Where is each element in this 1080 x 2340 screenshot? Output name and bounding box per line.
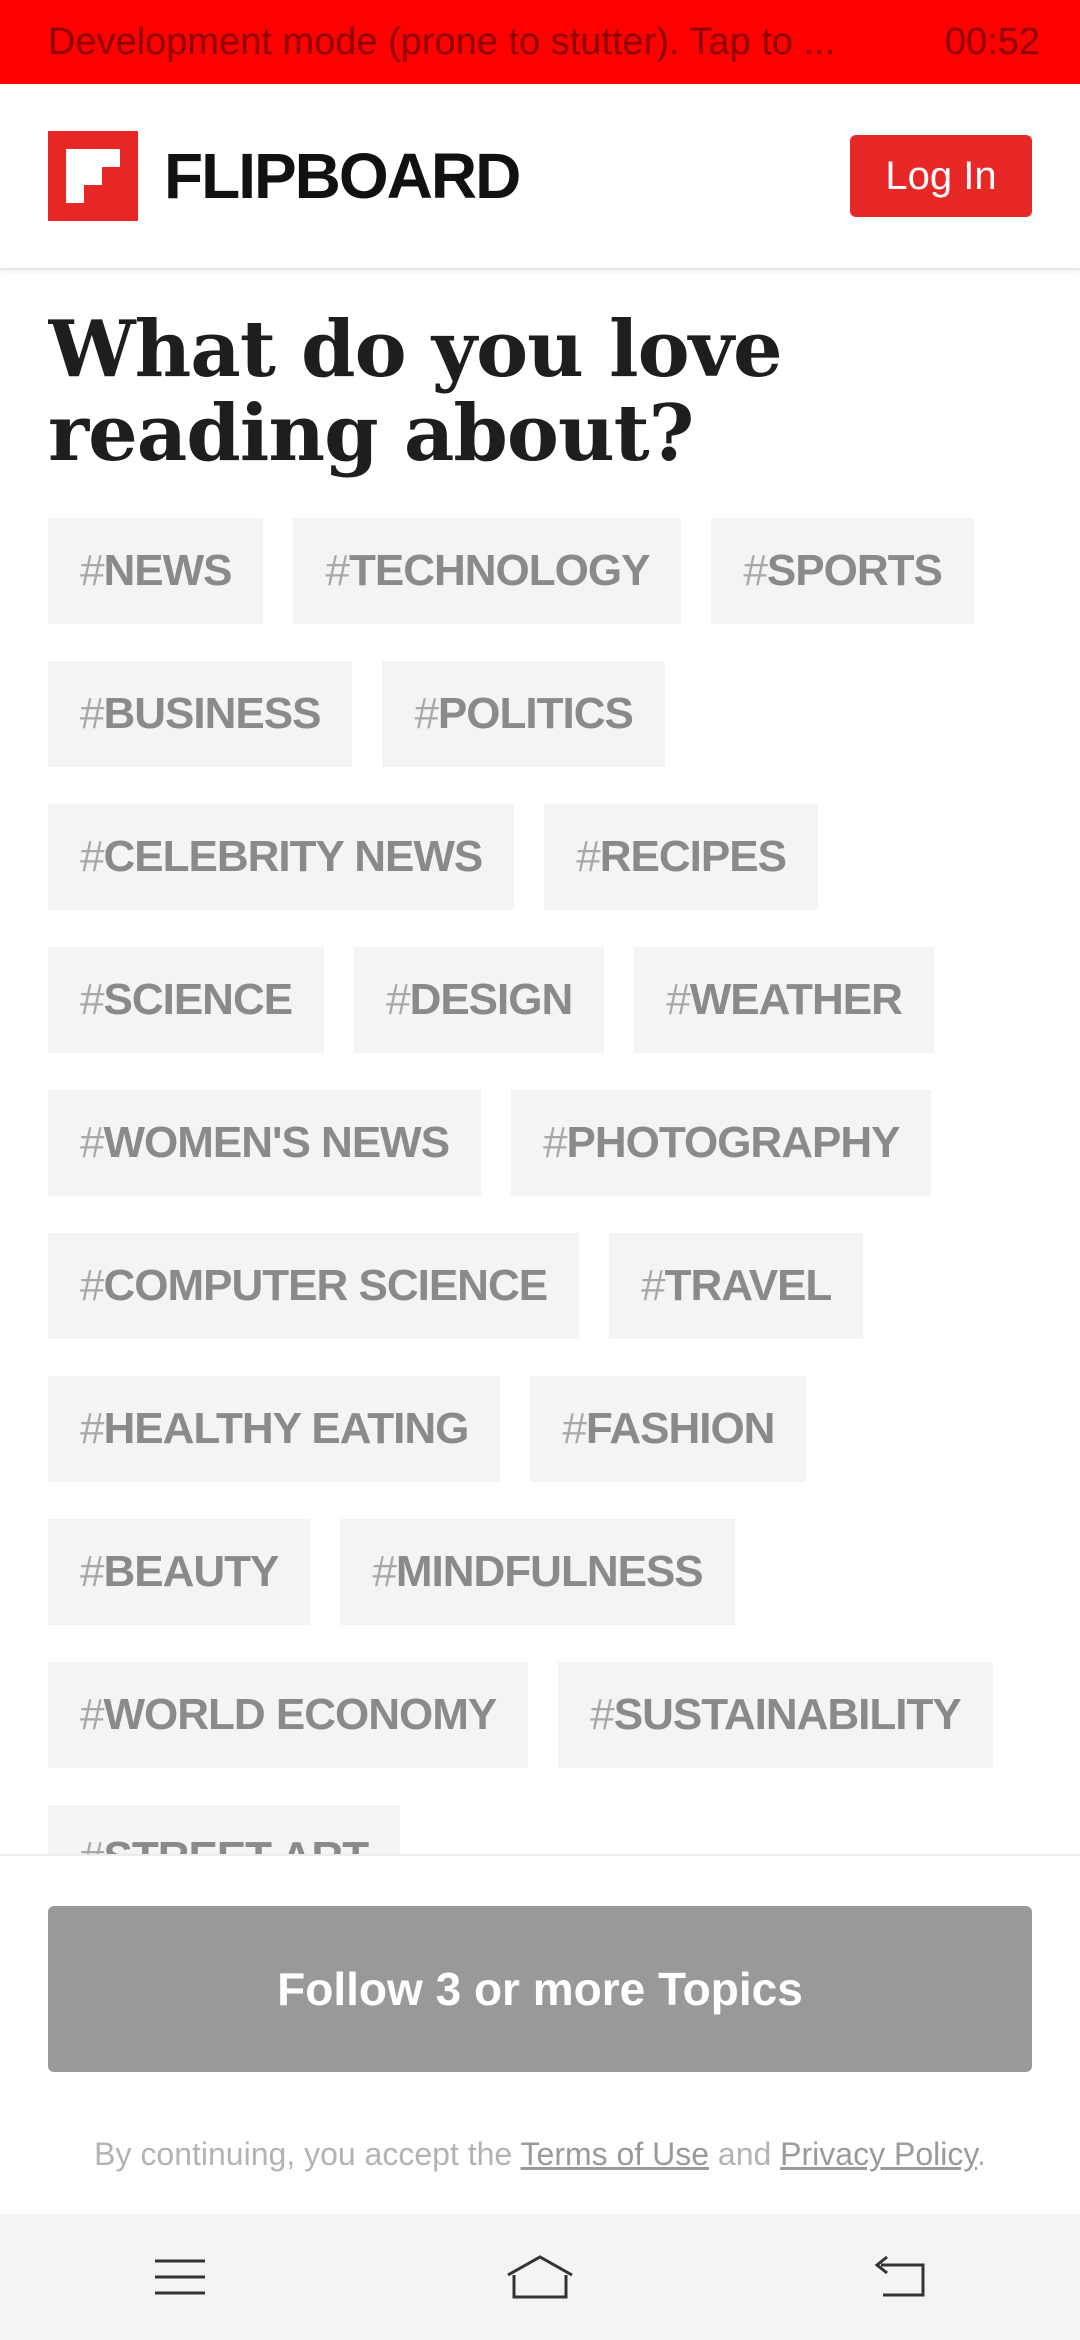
hashtag-icon: #	[80, 546, 105, 595]
topic-label: SUSTAINABILITY	[613, 1690, 962, 1739]
hashtag-icon: #	[576, 832, 601, 881]
topic-label: STREET ART	[103, 1833, 369, 1854]
topic-chip[interactable]: # POLITICS	[382, 661, 665, 767]
hashtag-icon: #	[590, 1690, 615, 1739]
hashtag-icon: #	[386, 975, 411, 1024]
topic-label: SCIENCE	[103, 975, 293, 1024]
hashtag-icon: #	[666, 975, 691, 1024]
terms-and: and	[709, 2136, 781, 2172]
topic-label: PHOTOGRAPHY	[566, 1118, 901, 1167]
topic-picker: What do you love reading about? # NEWS # TE…	[48, 270, 1048, 1854]
topic-chip[interactable]: # TECHNOLOGY	[293, 518, 682, 624]
home-icon[interactable]	[480, 2227, 600, 2327]
topic-label: WOMEN'S NEWS	[103, 1118, 450, 1167]
topic-label: CELEBRITY NEWS	[103, 832, 483, 881]
hashtag-icon: #	[325, 546, 350, 595]
topic-chip[interactable]: # MINDFULNESS	[340, 1519, 735, 1625]
topic-chip[interactable]: # BEAUTY	[48, 1519, 311, 1625]
menu-icon[interactable]	[120, 2227, 240, 2327]
login-button[interactable]: Log In	[850, 135, 1032, 217]
hashtag-icon: #	[80, 689, 105, 738]
hashtag-icon: #	[543, 1118, 568, 1167]
topic-list: # NEWS # TECHNOLOGY # SPORTS # BUSINESS # POLITIC…	[48, 518, 1048, 1854]
brand-name: FLIPBOARD	[164, 140, 521, 212]
topic-chip[interactable]: # RECIPES	[544, 804, 818, 910]
topic-label: TRAVEL	[664, 1261, 833, 1310]
hashtag-icon: #	[80, 1690, 105, 1739]
topic-chip[interactable]: # WEATHER	[634, 947, 934, 1053]
flipboard-logo-icon	[48, 131, 138, 221]
topic-label: WEATHER	[689, 975, 903, 1024]
follow-topics-button[interactable]: Follow 3 or more Topics	[48, 1906, 1032, 2072]
hashtag-icon: #	[641, 1261, 666, 1310]
topic-chip[interactable]: # SCIENCE	[48, 947, 325, 1053]
terms-notice: By continuing, you accept the Terms of U…	[0, 2136, 1080, 2173]
hashtag-icon: #	[414, 689, 439, 738]
bottom-panel: Follow 3 or more Topics By continuing, y…	[0, 1854, 1080, 2216]
topic-label: RECIPES	[599, 832, 787, 881]
hashtag-icon: #	[80, 1118, 105, 1167]
topic-label: NEWS	[103, 546, 232, 595]
terms-prefix: By continuing, you accept the	[94, 2136, 521, 2172]
topic-chip[interactable]: # COMPUTER SCIENCE	[48, 1233, 580, 1339]
hashtag-icon: #	[80, 832, 105, 881]
topic-label: SPORTS	[766, 546, 943, 595]
dev-mode-banner[interactable]: Development mode (prone to stutter). Tap…	[0, 0, 1080, 84]
hashtag-icon: #	[80, 1547, 105, 1596]
status-time: 00:52	[944, 20, 1040, 63]
topic-chip[interactable]: # SPORTS	[711, 518, 974, 624]
topic-label: BEAUTY	[103, 1547, 279, 1596]
hashtag-icon: #	[80, 1261, 105, 1310]
topic-label: WORLD ECONOMY	[103, 1690, 497, 1739]
topic-label: DESIGN	[409, 975, 574, 1024]
topic-chip[interactable]: # TRAVEL	[609, 1233, 864, 1339]
app-header: FLIPBOARD Log In	[0, 84, 1080, 270]
topic-chip[interactable]: # NEWS	[48, 518, 264, 624]
topic-label: TECHNOLOGY	[348, 546, 650, 595]
hashtag-icon: #	[562, 1404, 587, 1453]
topic-label: BUSINESS	[103, 689, 321, 738]
terms-of-use-link[interactable]: Terms of Use	[521, 2136, 709, 2172]
dev-mode-message: Development mode (prone to stutter). Tap…	[48, 20, 836, 63]
topic-chip[interactable]: # HEALTHY EATING	[48, 1376, 501, 1482]
topic-label: POLITICS	[437, 689, 634, 738]
topic-chip[interactable]: # FASHION	[530, 1376, 807, 1482]
privacy-policy-link[interactable]: Privacy Policy	[780, 2136, 977, 2172]
topic-label: FASHION	[585, 1404, 776, 1453]
topic-label: COMPUTER SCIENCE	[103, 1261, 548, 1310]
topic-chip[interactable]: # WOMEN'S NEWS	[48, 1090, 482, 1196]
topic-chip[interactable]: # BUSINESS	[48, 661, 353, 767]
page-title: What do you love reading about?	[48, 304, 783, 479]
hashtag-icon: #	[80, 1833, 105, 1854]
topic-label: HEALTHY EATING	[103, 1404, 469, 1453]
topic-label: MINDFULNESS	[395, 1547, 704, 1596]
back-icon[interactable]	[840, 2227, 960, 2327]
topic-chip[interactable]: # PHOTOGRAPHY	[511, 1090, 932, 1196]
topic-chip[interactable]: # CELEBRITY NEWS	[48, 804, 515, 910]
hashtag-icon: #	[80, 975, 105, 1024]
hashtag-icon: #	[372, 1547, 397, 1596]
terms-suffix: .	[976, 2136, 986, 2172]
hashtag-icon: #	[743, 546, 768, 595]
hashtag-icon: #	[80, 1404, 105, 1453]
topic-chip[interactable]: # WORLD ECONOMY	[48, 1662, 529, 1768]
topic-chip[interactable]: #STREET ART	[48, 1805, 401, 1854]
topic-chip[interactable]: # SUSTAINABILITY	[558, 1662, 993, 1768]
topic-chip[interactable]: # DESIGN	[354, 947, 605, 1053]
system-nav-bar	[0, 2214, 1080, 2340]
